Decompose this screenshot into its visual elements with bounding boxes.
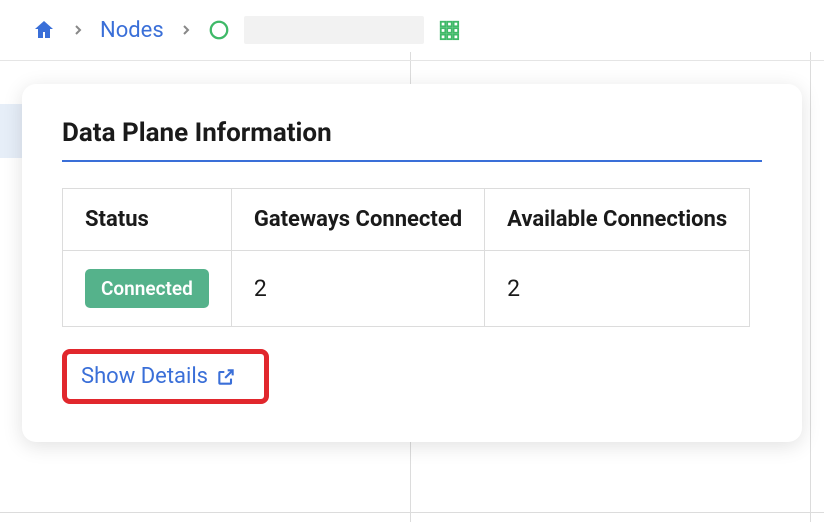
breadcrumb: Nodes [0, 0, 824, 61]
col-header-available: Available Connections [485, 189, 750, 251]
status-circle-icon [208, 19, 230, 41]
cell-status: Connected [63, 251, 232, 327]
cell-gateways: 2 [231, 251, 484, 327]
table-row: Connected 2 2 [63, 251, 750, 327]
background-side-border [810, 52, 824, 522]
background-divider-horizontal [0, 512, 824, 513]
node-name-redacted [244, 16, 424, 44]
status-badge: Connected [85, 269, 209, 308]
show-details-highlight: Show Details [62, 349, 269, 404]
breadcrumb-nodes-link[interactable]: Nodes [100, 18, 164, 43]
chevron-right-icon [178, 22, 194, 38]
col-header-status: Status [63, 189, 232, 251]
data-plane-table: Status Gateways Connected Available Conn… [62, 188, 750, 327]
show-details-label: Show Details [81, 364, 208, 389]
show-details-link[interactable]: Show Details [81, 364, 236, 389]
chevron-right-icon [70, 22, 86, 38]
grid-icon[interactable] [438, 19, 460, 41]
home-icon[interactable] [32, 18, 56, 42]
data-plane-card: Data Plane Information Status Gateways C… [22, 84, 802, 442]
card-title: Data Plane Information [62, 118, 762, 162]
external-link-icon [216, 367, 236, 387]
cell-available: 2 [485, 251, 750, 327]
col-header-gateways: Gateways Connected [231, 189, 484, 251]
background-left-accent [0, 104, 22, 158]
